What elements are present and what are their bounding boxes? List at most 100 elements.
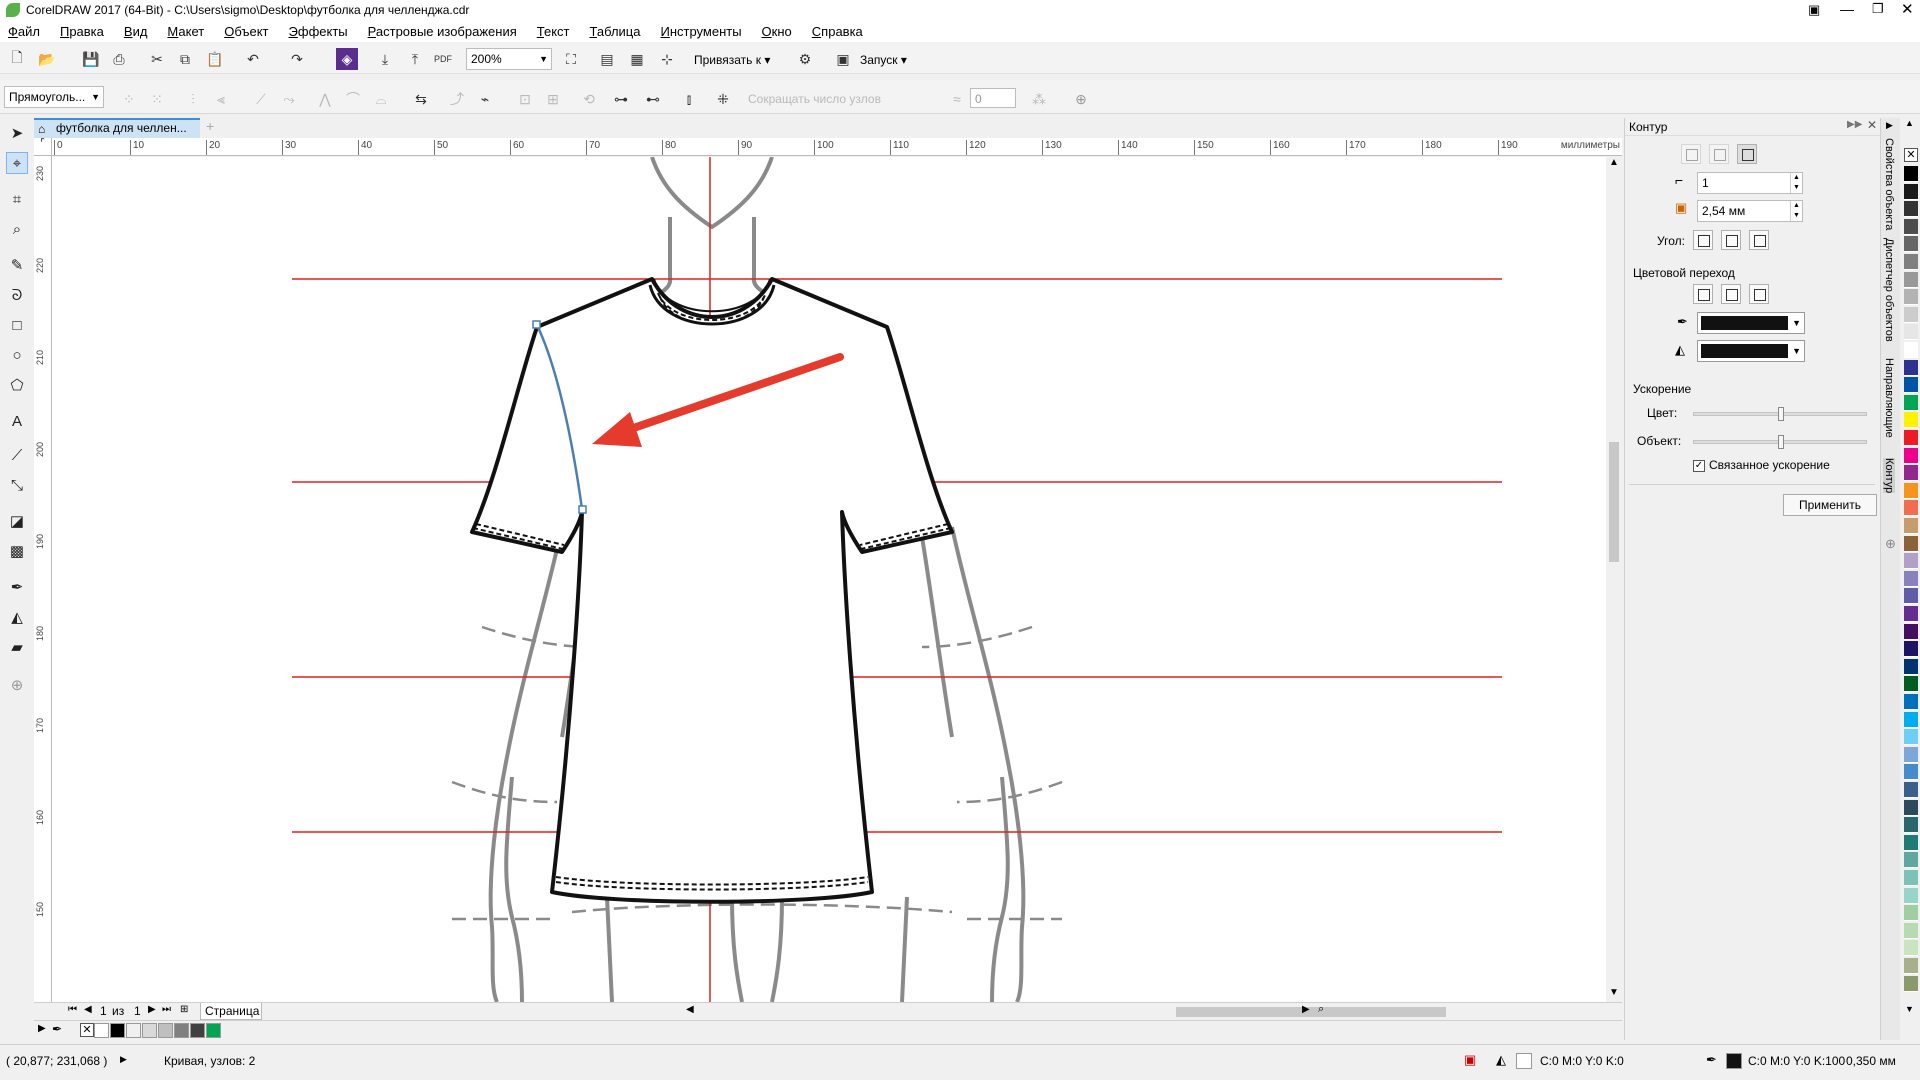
menu-edit[interactable]: Правка [60, 24, 114, 39]
color-swatch[interactable] [1904, 500, 1918, 517]
color-swatch[interactable] [1904, 834, 1918, 851]
menu-text[interactable]: Текст [537, 24, 580, 39]
color-swatch[interactable] [190, 1023, 205, 1038]
color-swatch[interactable] [1904, 254, 1918, 270]
color-proof-icon[interactable]: ▣ [1464, 1052, 1476, 1068]
transparency-icon[interactable]: ▩ [6, 540, 28, 562]
break-curve-icon[interactable]: ⫷ [210, 88, 232, 110]
color-swatch[interactable] [1904, 342, 1918, 358]
copy-icon[interactable]: ⧉ [174, 48, 196, 70]
color-swatch[interactable] [1904, 447, 1918, 464]
apply-button[interactable]: Применить [1783, 494, 1877, 516]
pick-tool-icon[interactable]: ➤ [6, 122, 28, 144]
color-swatch[interactable] [1904, 870, 1918, 886]
color-swatch[interactable] [1904, 377, 1918, 394]
scroll-right-icon[interactable]: ▶ [1302, 1004, 1310, 1015]
zoom-tool-icon[interactable]: ⌕ [6, 218, 28, 240]
color-swatch[interactable] [1904, 553, 1918, 570]
delete-node-icon[interactable]: ⁙ [146, 88, 168, 110]
color-swatch[interactable] [1904, 641, 1918, 658]
linear-blend-button[interactable] [1693, 284, 1713, 304]
drop-shadow-icon[interactable]: ◪ [6, 510, 28, 532]
color-swatch[interactable] [1904, 183, 1918, 200]
new-document-icon[interactable]: 🗋 [6, 48, 28, 70]
color-swatch[interactable] [158, 1023, 173, 1038]
interactive-fill-icon[interactable]: ◭ [6, 606, 28, 628]
contour-inside-button[interactable] [1709, 144, 1729, 164]
close-button[interactable]: ✕ [1901, 0, 1914, 18]
counterclockwise-blend-button[interactable] [1749, 284, 1769, 304]
to-curve-icon[interactable]: ⤳ [278, 88, 300, 110]
paste-icon[interactable]: 📋 [204, 48, 226, 70]
export-icon[interactable]: ⤒ [404, 48, 426, 70]
color-swatch[interactable] [1904, 465, 1918, 482]
menu-layout[interactable]: Макет [167, 24, 214, 39]
color-swatch[interactable] [1904, 782, 1918, 798]
minimize-button[interactable]: — [1840, 1, 1854, 17]
color-swatch[interactable] [126, 1023, 141, 1038]
document-tab[interactable]: ⌂ футболка для челлен... [34, 118, 200, 138]
connector-tool-icon[interactable]: ⤡ [6, 474, 28, 496]
color-swatch[interactable] [1904, 271, 1918, 288]
color-accel-slider[interactable] [1693, 407, 1867, 421]
outline-pen-icon[interactable]: ✒ [1706, 1052, 1717, 1068]
align-nodes-icon[interactable]: ⊶ [610, 88, 632, 110]
shape-tool-icon[interactable]: ⌖ [6, 152, 28, 174]
tab-guidelines[interactable]: Направляющие [1883, 358, 1895, 438]
corner-bevel-button[interactable] [1749, 230, 1769, 250]
home-icon[interactable]: ⌂ [38, 121, 45, 138]
menu-view[interactable]: Вид [124, 24, 158, 39]
menu-object[interactable]: Объект [224, 24, 278, 39]
smart-fill-icon[interactable]: ▰ [6, 636, 28, 658]
open-icon[interactable]: 📂 [36, 48, 58, 70]
palette-up-icon[interactable]: ▲ [1905, 118, 1914, 128]
undo-icon[interactable]: ↶ [242, 48, 264, 70]
restore-button[interactable]: ❐ [1872, 1, 1884, 17]
color-swatch[interactable] [1904, 289, 1918, 306]
color-swatch[interactable] [1904, 324, 1918, 341]
corner-round-button[interactable] [1721, 230, 1741, 250]
import-icon[interactable]: ⤓ [374, 48, 396, 70]
fill-icon[interactable]: ◭ [1496, 1052, 1506, 1068]
eyedropper-icon[interactable]: ✒ [52, 1022, 62, 1036]
outline-swatch[interactable] [1726, 1053, 1742, 1069]
color-swatch[interactable] [1904, 359, 1918, 376]
scroll-down-icon[interactable]: ▼ [1609, 987, 1619, 998]
color-swatch[interactable] [1904, 570, 1918, 587]
next-page-icon[interactable]: ▶ [148, 1004, 156, 1015]
color-swatch[interactable] [1904, 306, 1918, 323]
save-icon[interactable]: 💾 [80, 48, 102, 70]
color-swatch[interactable] [1904, 922, 1918, 939]
zoom-fit-icon[interactable]: ⌕ [1318, 1003, 1324, 1016]
add-page-icon[interactable]: ⊞ [180, 1004, 188, 1015]
color-swatch[interactable] [1904, 887, 1918, 904]
docker-close-icon[interactable]: ✕ [1867, 118, 1877, 132]
prev-page-icon[interactable]: ◀ [84, 1004, 92, 1015]
smoothness-input[interactable]: 0 [970, 88, 1016, 108]
tab-contour[interactable]: Контур [1883, 458, 1895, 494]
artistic-media-icon[interactable]: ᘐ [6, 284, 28, 306]
palette-down-icon[interactable]: ▼ [1905, 1004, 1914, 1014]
ellipse-tool-icon[interactable]: ○ [6, 344, 28, 366]
color-swatch[interactable] [1904, 236, 1918, 253]
help-icon[interactable]: ▣ [1808, 2, 1820, 18]
menu-help[interactable]: Справка [812, 24, 873, 39]
color-swatch[interactable] [206, 1023, 221, 1038]
color-swatch[interactable] [1904, 623, 1918, 640]
vertical-scrollbar[interactable]: ▲ ▼ [1606, 157, 1622, 1002]
guidelines-icon[interactable]: ⊹ [656, 48, 678, 70]
status-expand-icon[interactable]: ▶ [120, 1054, 127, 1065]
color-swatch[interactable] [1904, 799, 1918, 816]
color-swatch[interactable] [142, 1023, 157, 1038]
crop-tool-icon[interactable]: ⌗ [6, 188, 28, 210]
object-accel-slider[interactable] [1693, 435, 1867, 449]
menu-table[interactable]: Таблица [590, 24, 651, 39]
color-swatch[interactable] [1904, 588, 1918, 605]
expand-dockers-icon[interactable]: ▶ [1886, 120, 1893, 131]
rotate-nodes-icon[interactable]: ⟲ [578, 88, 600, 110]
add-tool-icon[interactable]: ⊕ [6, 674, 28, 696]
page-tab[interactable]: Страница 1 [200, 1003, 262, 1034]
rulers-icon[interactable]: ▤ [596, 48, 618, 70]
freehand-tool-icon[interactable]: ✎ [6, 254, 28, 276]
slider-thumb[interactable] [1778, 407, 1784, 421]
